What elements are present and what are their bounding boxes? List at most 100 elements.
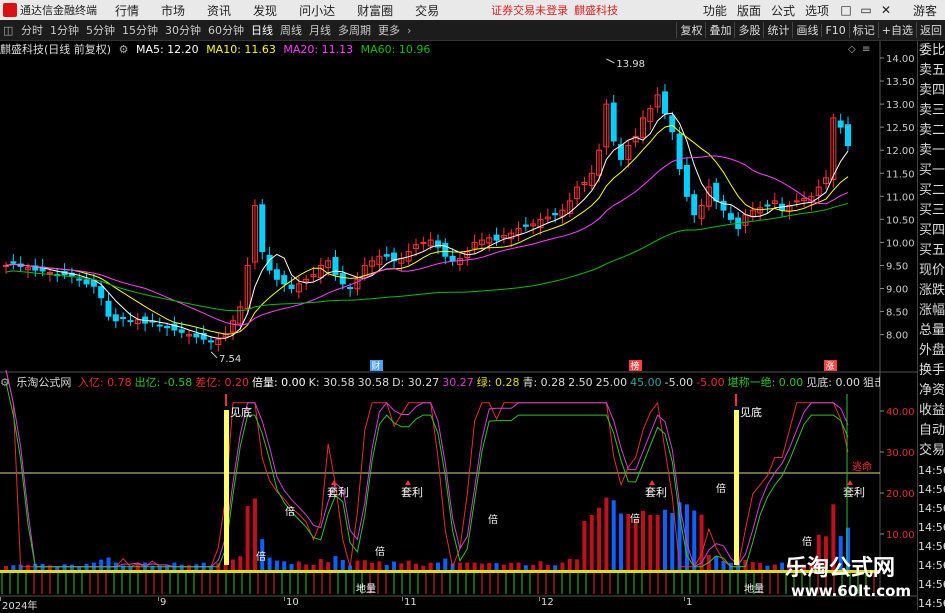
- arbitrage-arrow-icon: [649, 480, 655, 485]
- side-panel-item[interactable]: 买五: [918, 241, 945, 261]
- side-panel-item[interactable]: 换手: [918, 361, 945, 381]
- candle-body: [120, 317, 127, 320]
- candle-body: [493, 234, 500, 241]
- event-marker: 榜: [630, 360, 639, 372]
- side-panel-item[interactable]: 现价: [918, 261, 945, 281]
- side-panel-item[interactable]: 卖二: [918, 121, 945, 141]
- quote-side-panel: 委比 卖五 卖四 卖三 卖二 卖一 买一 买二 买三 买四 买五 现价 涨跌 涨幅 总量 外盘 换手 净资 收益 自动…: [917, 41, 945, 610]
- arbitrage-arrow-icon: [331, 480, 337, 485]
- side-panel-item[interactable]: 委比: [918, 41, 945, 61]
- flow-bar: [714, 555, 719, 570]
- flow-bar: [333, 556, 338, 570]
- flow-bar: [99, 559, 104, 570]
- candle-body: [208, 340, 215, 343]
- indicator-item: -5.00: [664, 376, 694, 388]
- flow-bar: [501, 564, 506, 570]
- flow-bar: [362, 560, 367, 570]
- flow-bar: [750, 562, 755, 570]
- candle-body: [713, 182, 720, 202]
- side-panel-item[interactable]: 买四: [918, 221, 945, 241]
- side-panel-item[interactable]: 卖四: [918, 81, 945, 101]
- indicator-name[interactable]: 乐淘公式网: [16, 376, 71, 388]
- flow-bar: [472, 562, 477, 570]
- side-panel-item[interactable]: 收益: [918, 401, 945, 421]
- flow-bar: [318, 559, 323, 570]
- main-chart-legend: 麒盛科技(日线 前复权) ⚙ MA5: 12.20 MA10: 11.63 MA…: [0, 41, 880, 56]
- side-panel-item[interactable]: 外盘: [918, 341, 945, 361]
- candle-body: [281, 275, 288, 285]
- flow-bar: [267, 557, 272, 570]
- ma10-value: MA10: 11.63: [206, 43, 276, 56]
- trade-time: 14:56: [918, 521, 945, 534]
- arbitrage-label: 套利: [327, 486, 349, 499]
- trade-time: 14:56: [918, 559, 945, 572]
- flow-bar: [223, 564, 228, 570]
- candle-body: [112, 314, 119, 322]
- escape-label: 逃命: [852, 460, 872, 473]
- flow-bar: [494, 563, 499, 570]
- date-axis-tick: [684, 597, 685, 601]
- candle-body: [259, 204, 266, 253]
- flow-bar: [289, 564, 294, 570]
- trade-time: 14:56: [918, 540, 945, 553]
- indicator-item: 绿: 0.28: [476, 376, 520, 388]
- side-panel-item[interactable]: 净资: [918, 381, 945, 401]
- indicator-item: -5.00: [696, 376, 725, 388]
- side-panel-item[interactable]: 涨幅: [918, 301, 945, 321]
- date-axis-tick: [539, 597, 540, 601]
- date-axis-tick: [158, 597, 159, 601]
- flow-bar: [465, 562, 470, 570]
- side-panel-item[interactable]: 买二: [918, 181, 945, 201]
- chart-canvas[interactable]: 14.0013.5013.0012.5012.0011.5011.0010.50…: [0, 0, 945, 609]
- candle-body: [332, 257, 339, 276]
- flow-bar: [370, 562, 375, 570]
- flow-bar: [670, 512, 675, 570]
- settings-gear-icon[interactable]: ⚙: [119, 43, 129, 56]
- candle-body: [127, 320, 134, 323]
- candle-body: [98, 286, 105, 299]
- indicator-item: 25.00: [595, 376, 628, 388]
- side-panel-item[interactable]: 卖一: [918, 141, 945, 161]
- flow-bar: [780, 562, 785, 570]
- green-line: [5, 382, 849, 568]
- flow-bar: [326, 562, 331, 570]
- flow-bar: [619, 513, 624, 570]
- flow-bar: [589, 515, 594, 570]
- candle-body: [793, 200, 800, 203]
- price-tick-label: 14.00: [886, 54, 915, 65]
- flow-bar: [604, 497, 609, 570]
- candle-body: [288, 284, 295, 289]
- price-tick-label: 8.00: [886, 331, 908, 342]
- indicator-item: 出亿: -0.58: [134, 376, 193, 388]
- candle-body: [10, 261, 17, 264]
- side-panel-item[interactable]: 自动: [918, 421, 945, 441]
- side-panel-item[interactable]: 涨跌: [918, 281, 945, 301]
- date-axis-label: 1: [686, 597, 693, 608]
- price-tick-label: 13.50: [886, 77, 915, 88]
- flow-bar: [662, 509, 667, 570]
- side-panel-item[interactable]: 买一: [918, 161, 945, 181]
- date-axis-tick: [402, 597, 403, 601]
- indicator-item: 30.58: [357, 376, 390, 388]
- double-volume-label: 倍: [285, 505, 295, 518]
- flow-bar: [69, 564, 74, 570]
- indicator-item: 差亿: 0.20: [195, 376, 249, 388]
- candle-body: [164, 325, 171, 329]
- candle-body: [552, 212, 559, 216]
- flow-bar: [399, 563, 404, 570]
- indicator-item: 30.27: [442, 376, 474, 388]
- side-panel-item[interactable]: 买三: [918, 201, 945, 221]
- flow-bar: [165, 565, 170, 570]
- indicator-item: K: 30.58: [308, 376, 355, 388]
- base-ribbon: [0, 570, 880, 573]
- side-panel-item[interactable]: 卖五: [918, 61, 945, 81]
- side-panel-item[interactable]: 总量: [918, 321, 945, 341]
- indicator-settings-icon[interactable]: ⚙: [0, 376, 10, 388]
- flow-bar: [575, 559, 580, 570]
- k-line: [5, 369, 849, 569]
- flow-bar: [4, 566, 8, 570]
- flow-bar: [523, 565, 528, 570]
- flow-bar: [553, 565, 558, 570]
- side-panel-item[interactable]: 交易: [918, 441, 945, 461]
- side-panel-item[interactable]: 卖三: [918, 101, 945, 121]
